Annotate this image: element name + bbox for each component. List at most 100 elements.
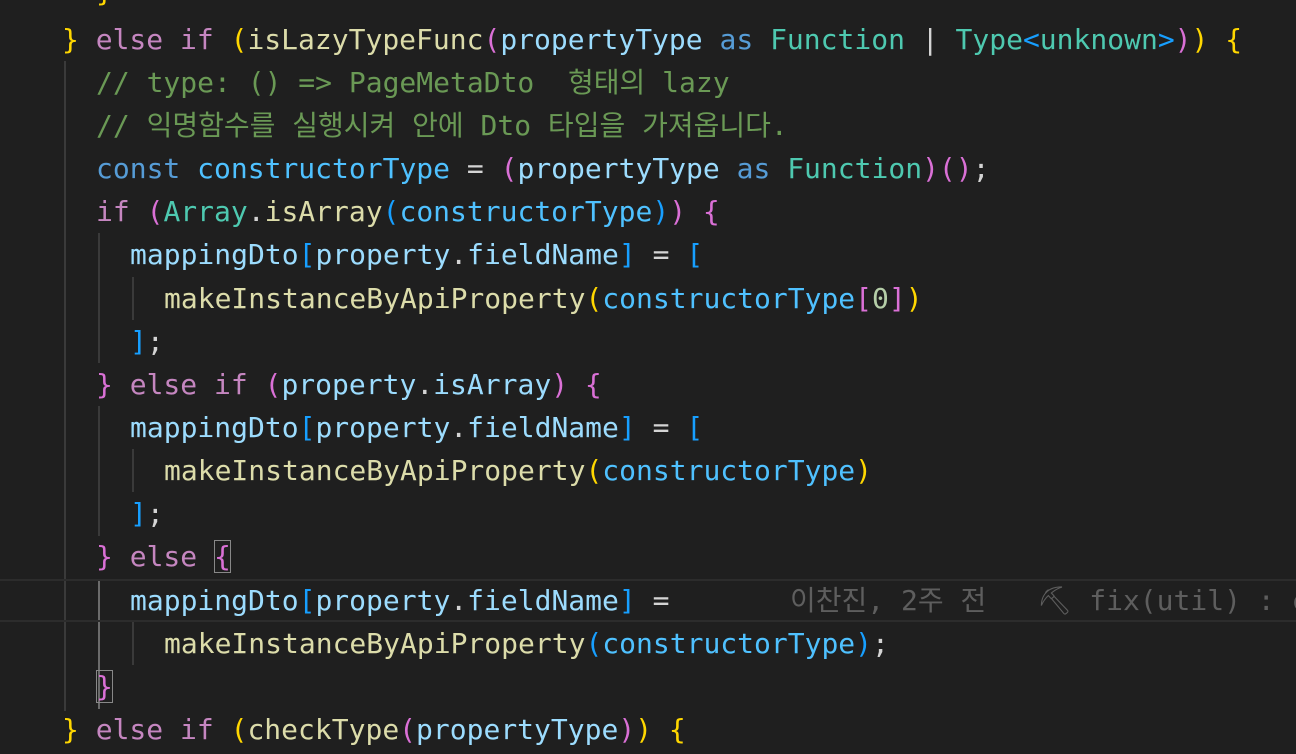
code-token: ] [130, 497, 147, 530]
git-blame-age: 2주 전 [901, 584, 987, 617]
code-token: constructorType [602, 454, 856, 487]
code-token: fieldName [467, 411, 619, 444]
code-line-content: ]; [130, 492, 164, 535]
code-line[interactable]: } else { [0, 535, 1296, 578]
code-line[interactable]: } [0, 665, 1296, 708]
code-token: else [129, 540, 198, 573]
code-token: ) [922, 152, 939, 185]
code-token: [ [298, 411, 316, 444]
code-token: mappingDto [130, 584, 299, 617]
code-token: ) [635, 713, 653, 746]
code-line-content: } else if (checkType(propertyType)) { [62, 708, 686, 751]
code-token: property [315, 584, 451, 617]
code-line[interactable]: } else if (property.isArray) { [0, 363, 1296, 406]
code-editor[interactable]: } } else if (isLazyTypeFunc(propertyType… [0, 0, 1296, 754]
code-token: ( [399, 713, 417, 746]
code-token: Function [770, 23, 905, 56]
code-token: = [652, 411, 670, 444]
code-token: checkType [247, 713, 400, 746]
code-token: ( [230, 713, 248, 746]
code-line[interactable]: // 익명함수를 실행시켜 안에 Dto 타입을 가져옵니다. [0, 104, 1296, 147]
code-token: ; [146, 325, 164, 358]
code-token: ( [382, 195, 400, 228]
code-token: } [96, 670, 113, 703]
code-line[interactable]: makeInstanceByApiProperty(constructorTyp… [0, 449, 1296, 492]
code-line-content: } else if (isLazyTypeFunc(propertyType a… [62, 18, 1242, 61]
code-token: } [62, 23, 79, 56]
code-token: propertyType [517, 152, 720, 185]
code-token: ( [585, 627, 603, 660]
code-token: ) [855, 454, 873, 487]
code-token: as [719, 23, 754, 56]
code-line[interactable]: if (Array.isArray(constructorType)) { [0, 190, 1296, 233]
code-token: { [214, 540, 231, 573]
code-line[interactable]: const constructorType = (propertyType as… [0, 147, 1296, 190]
code-token: propertyType [500, 23, 703, 56]
code-token: ( [264, 368, 282, 401]
code-token: else [95, 713, 164, 746]
code-token: . [450, 411, 468, 444]
code-token: isLazyTypeFunc [247, 23, 484, 56]
code-line-content: if (Array.isArray(constructorType)) { [96, 190, 720, 233]
code-token: { [702, 195, 720, 228]
code-line-content: // 익명함수를 실행시켜 안에 Dto 타입을 가져옵니다. [96, 104, 788, 147]
code-line[interactable]: // type: () => PageMetaDto 형태의 lazy [0, 61, 1296, 104]
code-line[interactable]: } else if (checkType(propertyType)) { [0, 708, 1296, 751]
code-line[interactable]: mappingDto[property.fieldName] = [ [0, 233, 1296, 276]
code-token: ) [1174, 23, 1192, 56]
code-token: else [129, 368, 198, 401]
code-line[interactable]: ]; [0, 492, 1296, 535]
code-token: ) [618, 713, 636, 746]
code-line[interactable]: mappingDto[property.fieldName] = 이찬진, 2주 … [0, 579, 1296, 622]
code-line-content: makeInstanceByApiProperty(constructorTyp… [164, 449, 872, 492]
code-token: if [180, 23, 214, 56]
code-token: 0 [872, 282, 889, 315]
code-token: constructorType [602, 627, 856, 660]
git-blame-message: fix(util) : c [1089, 584, 1296, 617]
code-token: fieldName [467, 238, 619, 271]
code-token: ) [955, 152, 973, 185]
code-line[interactable]: makeInstanceByApiProperty(constructorTyp… [0, 622, 1296, 665]
code-token: const [96, 152, 181, 185]
code-line-content: } [96, 665, 113, 708]
code-token: constructorType [399, 195, 653, 228]
code-token: [ [686, 238, 704, 271]
code-token: propertyType [416, 713, 619, 746]
code-line[interactable]: mappingDto[property.fieldName] = [ [0, 406, 1296, 449]
code-token: ; [872, 627, 889, 660]
code-line-content: mappingDto[property.fieldName] = [ [130, 233, 703, 276]
code-token: // 익명함수를 실행시켜 안에 Dto 타입을 가져옵니다. [96, 109, 788, 142]
code-line[interactable]: } else if (isLazyTypeFunc(propertyType a… [0, 18, 1296, 61]
code-line[interactable]: ]; [0, 320, 1296, 363]
code-token: = [652, 238, 670, 271]
code-token: . [450, 238, 468, 271]
code-token: . [450, 584, 468, 617]
code-token: ( [146, 195, 164, 228]
code-token: unknown [1039, 23, 1158, 56]
code-line-content: ]; [130, 320, 164, 363]
code-token: ] [130, 325, 147, 358]
code-token: ] [618, 584, 636, 617]
code-line-content: // type: () => PageMetaDto 형태의 lazy [96, 61, 730, 104]
code-line[interactable]: makeInstanceByApiProperty(constructorTyp… [0, 277, 1296, 320]
git-blame-annotation[interactable]: 이찬진, 2주 전 ⛏ fix(util) : c [790, 581, 1296, 620]
code-token: Array [163, 195, 248, 228]
code-line-content: } else { [96, 535, 231, 578]
code-token: Type [955, 23, 1023, 56]
code-token: fieldName [467, 584, 619, 617]
code-token: if [214, 368, 248, 401]
code-token: ( [585, 282, 603, 315]
